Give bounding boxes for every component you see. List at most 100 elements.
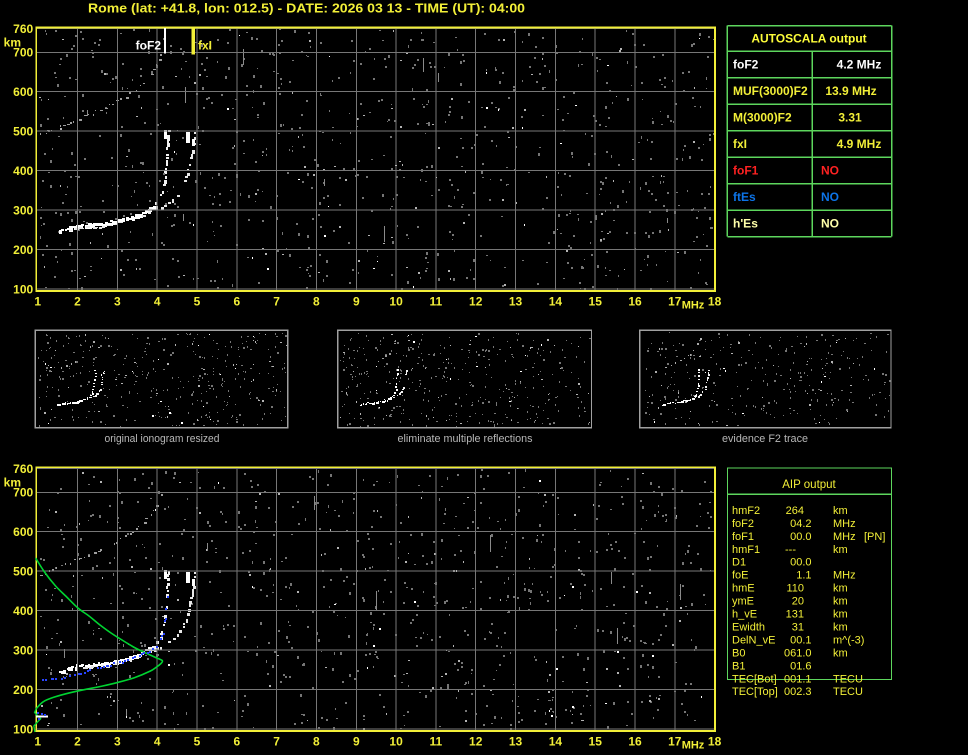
svg-text:km: km xyxy=(4,475,21,489)
svg-text:foF2: foF2 xyxy=(732,518,754,530)
svg-text:8: 8 xyxy=(313,295,320,309)
svg-text:foF2: foF2 xyxy=(733,58,759,72)
svg-text:00.0: 00.0 xyxy=(790,557,811,569)
svg-text:NO: NO xyxy=(821,164,839,178)
svg-text:4: 4 xyxy=(154,735,161,749)
svg-text:m^(-3): m^(-3) xyxy=(833,634,864,646)
svg-text:DelN_vE: DelN_vE xyxy=(732,634,775,646)
svg-text:km: km xyxy=(833,583,848,595)
svg-text:original ionogram resized: original ionogram resized xyxy=(105,433,220,445)
svg-text:600: 600 xyxy=(13,525,33,539)
svg-text:1.1: 1.1 xyxy=(796,570,811,582)
svg-text:TECU: TECU xyxy=(833,673,863,685)
svg-text:9: 9 xyxy=(353,735,360,749)
svg-text:eliminate multiple reflections: eliminate multiple reflections xyxy=(398,433,533,445)
svg-text:hmE: hmE xyxy=(732,583,755,595)
svg-text:foE: foE xyxy=(732,570,749,582)
svg-text:NO: NO xyxy=(821,217,839,231)
svg-text:13: 13 xyxy=(509,735,523,749)
svg-text:6: 6 xyxy=(233,295,240,309)
svg-text:MHz: MHz xyxy=(833,518,856,530)
svg-text:3.31: 3.31 xyxy=(838,111,862,125)
svg-text:AIP output: AIP output xyxy=(782,479,836,491)
svg-text:15: 15 xyxy=(589,735,603,749)
svg-text:km: km xyxy=(833,544,848,556)
svg-text:MHz: MHz xyxy=(682,300,705,312)
svg-text:4.2 MHz: 4.2 MHz xyxy=(837,58,882,72)
svg-text:TECU: TECU xyxy=(833,686,863,698)
svg-text:13: 13 xyxy=(509,295,523,309)
svg-text:fxI: fxI xyxy=(733,137,747,151)
svg-text:131: 131 xyxy=(786,609,804,621)
svg-text:km: km xyxy=(4,35,21,49)
svg-text:fxI: fxI xyxy=(198,39,212,53)
svg-text:MUF(3000)F2: MUF(3000)F2 xyxy=(733,84,808,98)
svg-text:10: 10 xyxy=(389,735,403,749)
svg-text:MHz: MHz xyxy=(833,531,856,543)
svg-text:500: 500 xyxy=(13,565,33,579)
svg-text:200: 200 xyxy=(13,683,33,697)
svg-text:264: 264 xyxy=(786,505,804,517)
svg-text:TEC[Bot]: TEC[Bot] xyxy=(732,673,777,685)
svg-text:4.9 MHz: 4.9 MHz xyxy=(837,137,882,151)
svg-text:12: 12 xyxy=(469,735,483,749)
svg-text:400: 400 xyxy=(13,604,33,618)
svg-text:Ewidth: Ewidth xyxy=(732,622,765,634)
svg-text:3: 3 xyxy=(114,735,121,749)
svg-text:km: km xyxy=(833,505,848,517)
svg-text:1: 1 xyxy=(34,295,41,309)
svg-text:110: 110 xyxy=(786,583,804,595)
svg-text:002.3: 002.3 xyxy=(784,686,812,698)
svg-text:7: 7 xyxy=(273,735,280,749)
svg-text:foF2: foF2 xyxy=(136,39,162,53)
svg-text:6: 6 xyxy=(233,735,240,749)
svg-text:20: 20 xyxy=(792,596,804,608)
svg-text:18: 18 xyxy=(708,295,722,309)
svg-text:300: 300 xyxy=(13,203,33,217)
svg-text:MHz: MHz xyxy=(833,570,856,582)
svg-text:01.6: 01.6 xyxy=(790,660,811,672)
svg-text:5: 5 xyxy=(194,295,201,309)
svg-text:h'Es: h'Es xyxy=(733,217,758,231)
svg-text:ftEs: ftEs xyxy=(733,190,756,204)
svg-text:7: 7 xyxy=(273,295,280,309)
svg-text:760: 760 xyxy=(13,22,33,36)
svg-text:16: 16 xyxy=(628,735,642,749)
svg-text:11: 11 xyxy=(430,295,443,309)
svg-text:km: km xyxy=(833,622,848,634)
svg-text:31: 31 xyxy=(792,622,804,634)
svg-text:[PN]: [PN] xyxy=(864,531,885,543)
svg-text:200: 200 xyxy=(13,243,33,257)
svg-text:500: 500 xyxy=(13,125,33,139)
svg-text:hmF2: hmF2 xyxy=(732,505,760,517)
svg-text:14: 14 xyxy=(549,295,563,309)
svg-text:14: 14 xyxy=(549,735,563,749)
svg-text:AUTOSCALA output: AUTOSCALA output xyxy=(751,32,866,46)
svg-text:04.2: 04.2 xyxy=(790,518,811,530)
svg-text:00.1: 00.1 xyxy=(790,634,811,646)
svg-text:001.1: 001.1 xyxy=(784,673,812,685)
svg-text:2: 2 xyxy=(74,295,81,309)
svg-text:5: 5 xyxy=(194,735,201,749)
svg-text:NO: NO xyxy=(821,190,839,204)
svg-text:9: 9 xyxy=(353,295,360,309)
svg-text:B0: B0 xyxy=(732,647,745,659)
svg-text:km: km xyxy=(833,609,848,621)
svg-text:10: 10 xyxy=(389,295,403,309)
svg-text:TEC[Top]: TEC[Top] xyxy=(732,686,778,698)
svg-text:11: 11 xyxy=(430,735,443,749)
svg-text:Rome (lat: +41.8, lon: 012.5): Rome (lat: +41.8, lon: 012.5) - DATE: 20… xyxy=(88,1,525,16)
svg-text:00.0: 00.0 xyxy=(790,531,811,543)
svg-text:100: 100 xyxy=(13,282,33,296)
svg-text:4: 4 xyxy=(154,295,161,309)
svg-text:17: 17 xyxy=(668,295,682,309)
svg-text:h_vE: h_vE xyxy=(732,609,757,621)
svg-text:foF1: foF1 xyxy=(732,531,754,543)
svg-text:16: 16 xyxy=(628,295,642,309)
svg-text:2: 2 xyxy=(74,735,81,749)
svg-text:600: 600 xyxy=(13,85,33,99)
svg-text:061.0: 061.0 xyxy=(784,647,812,659)
svg-text:km: km xyxy=(833,596,848,608)
svg-text:D1: D1 xyxy=(732,557,746,569)
svg-text:---: --- xyxy=(785,544,796,556)
